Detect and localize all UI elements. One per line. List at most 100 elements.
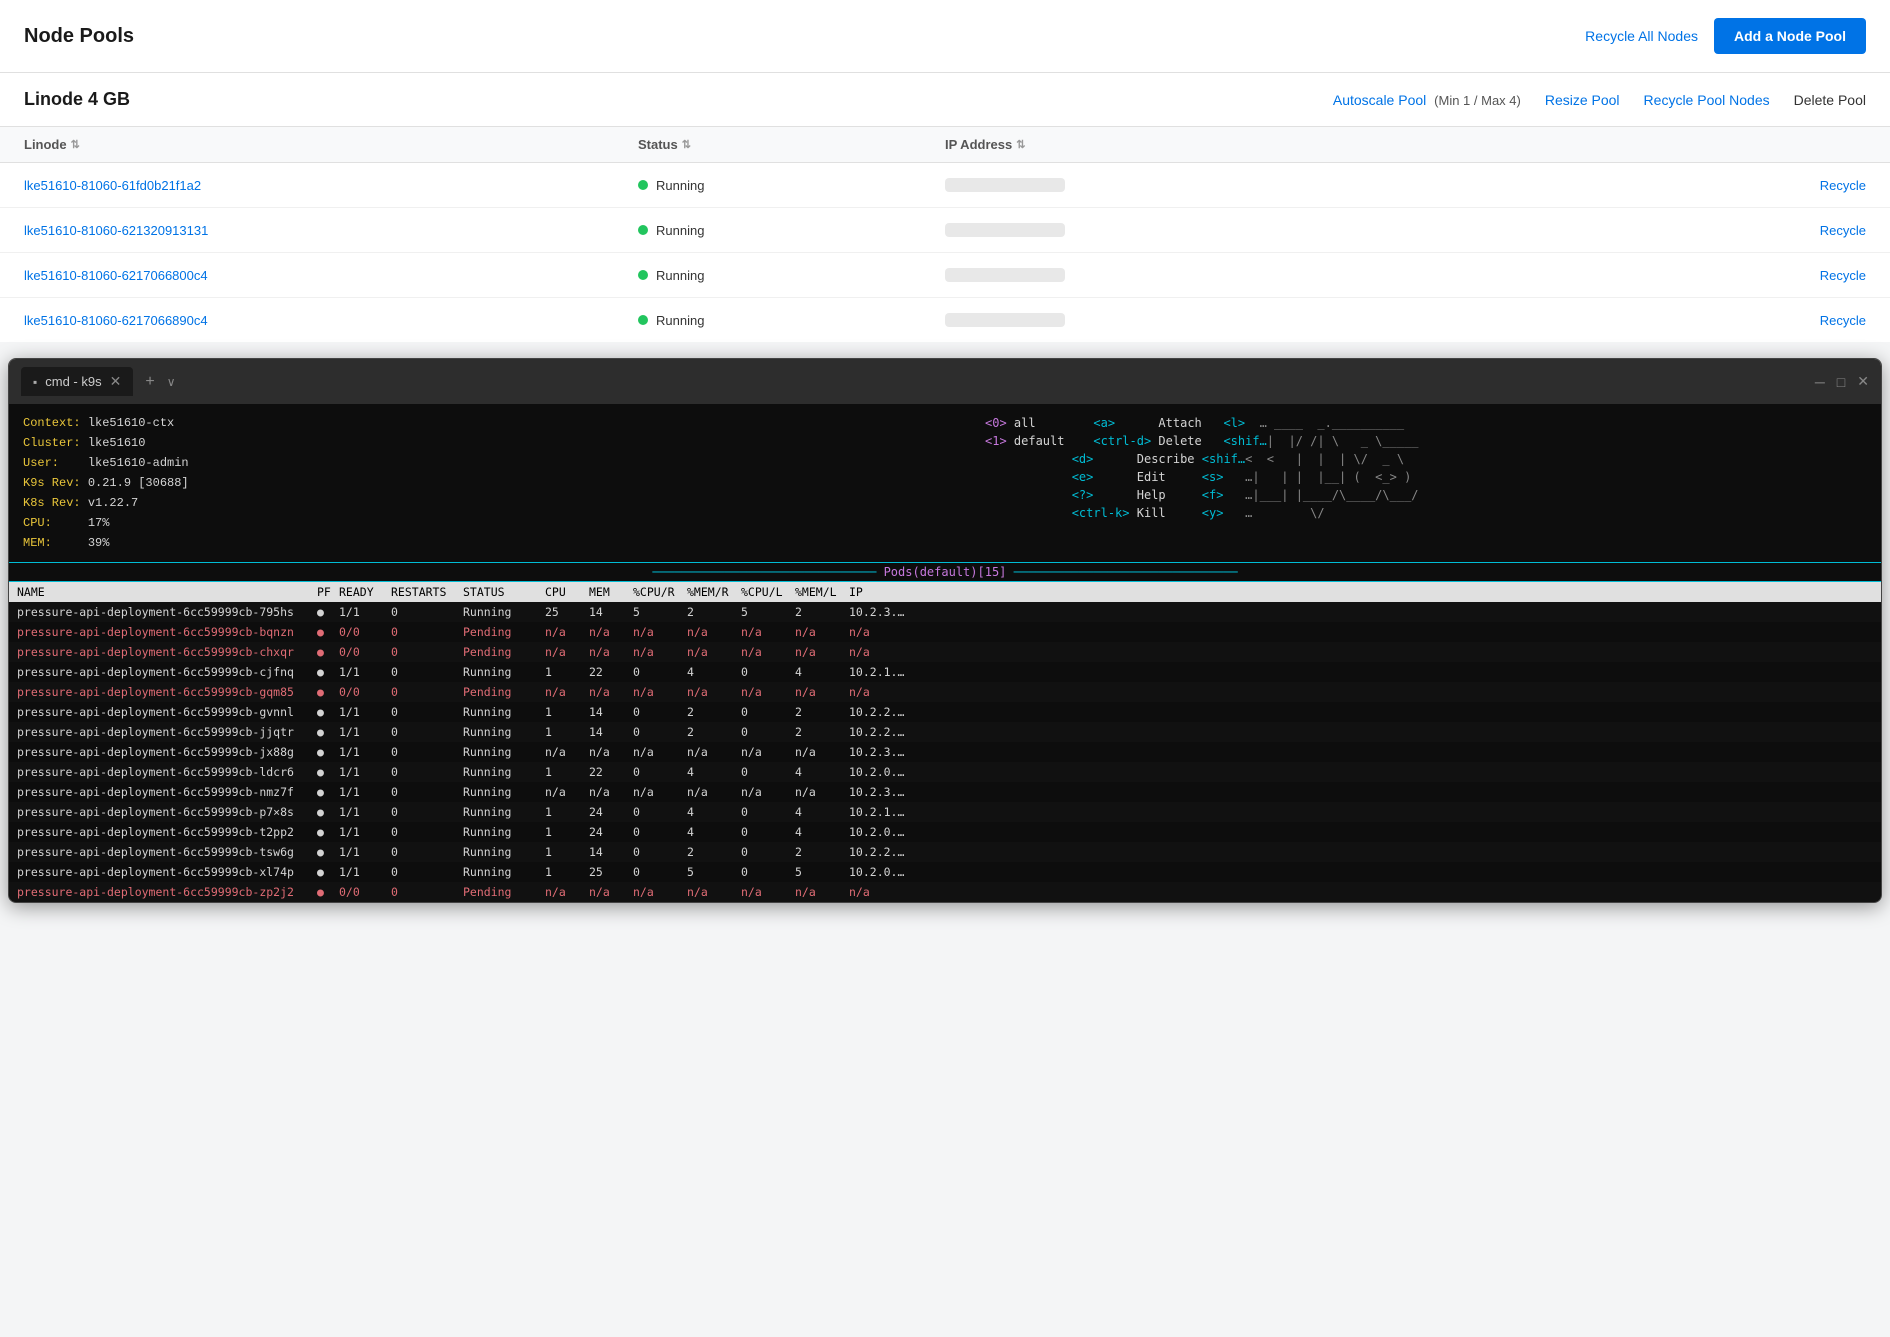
pod-row: pressure-api-deployment-6cc59999cb-jjqtr… [9,722,1881,742]
col-cpuR: %CPU/R [633,585,687,599]
status-label-0: Running [656,178,704,193]
ip-sort-icon: ⇅ [1016,138,1025,151]
col-status-h: STATUS [463,585,545,599]
recycle-cell-1: Recycle [1559,222,1866,238]
linode-link-3[interactable]: lke51610-81060-6217066890c4 [24,312,638,328]
recycle-link-1[interactable]: Recycle [1820,223,1866,238]
term-k9s-line: K9s Rev: 0.21.9 [30688] [23,474,945,492]
recycle-cell-0: Recycle [1559,177,1866,193]
status-sort-icon: ⇅ [682,138,691,151]
ip-placeholder-2 [945,268,1065,282]
ip-cell-1 [945,223,1559,237]
add-node-pool-button[interactable]: Add a Node Pool [1714,18,1866,54]
table-header: Linode ⇅ Status ⇅ IP Address ⇅ [0,127,1890,163]
ip-cell-0 [945,178,1559,192]
autoscale-pool-link[interactable]: Autoscale Pool (Min 1 / Max 4) [1333,92,1521,108]
header-actions: Recycle All Nodes Add a Node Pool [1585,18,1866,54]
recycle-cell-3: Recycle [1559,312,1866,328]
col-ready: READY [339,585,391,599]
pod-row: pressure-api-deployment-6cc59999cb-ldcr6… [9,762,1881,782]
table-row: lke51610-81060-6217066800c4 Running Recy… [0,253,1890,298]
pod-row: pressure-api-deployment-6cc59999cb-p7×8s… [9,802,1881,822]
ip-placeholder-0 [945,178,1065,192]
linode-link-0[interactable]: lke51610-81060-61fd0b21f1a2 [24,177,638,193]
pod-row: pressure-api-deployment-6cc59999cb-bqnzn… [9,622,1881,642]
terminal-tab-title: cmd - k9s [45,374,101,389]
pool-header: Linode 4 GB Autoscale Pool (Min 1 / Max … [0,73,1890,127]
recycle-link-3[interactable]: Recycle [1820,313,1866,328]
pod-table-body: pressure-api-deployment-6cc59999cb-795hs… [9,602,1881,902]
recycle-link-0[interactable]: Recycle [1820,178,1866,193]
terminal-close-button[interactable]: ✕ [1857,373,1869,390]
status-cell-0: Running [638,178,945,193]
col-pf: PF [317,585,339,599]
pool-actions: Autoscale Pool (Min 1 / Max 4) Resize Po… [1333,92,1866,108]
pod-row: pressure-api-deployment-6cc59999cb-cjfnq… [9,662,1881,682]
pool-container: Linode 4 GB Autoscale Pool (Min 1 / Max … [0,73,1890,342]
table-row: lke51610-81060-61fd0b21f1a2 Running Recy… [0,163,1890,208]
page-title: Node Pools [24,25,134,48]
term-shortcuts: <0> all <a> Attach <l> … ____ _.________… [945,414,1867,552]
status-dot-0 [638,180,648,190]
terminal-tab-icon: ▪ [33,375,37,389]
linode-sort-icon: ⇅ [71,138,80,151]
terminal-body: Context: lke51610-ctx Cluster: lke51610 … [9,404,1881,902]
recycle-link-2[interactable]: Recycle [1820,268,1866,283]
pod-row: pressure-api-deployment-6cc59999cb-t2pp2… [9,822,1881,842]
ip-placeholder-3 [945,313,1065,327]
ip-cell-2 [945,268,1559,282]
term-user-line: User: lke51610-admin [23,454,945,472]
col-memR: %MEM/R [687,585,741,599]
status-label-3: Running [656,313,704,328]
pod-row: pressure-api-deployment-6cc59999cb-jx88g… [9,742,1881,762]
pod-row: pressure-api-deployment-6cc59999cb-gvnnl… [9,702,1881,722]
col-cpuL: %CPU/L [741,585,795,599]
status-label-1: Running [656,223,704,238]
term-cluster-line: Cluster: lke51610 [23,434,945,452]
pod-row: pressure-api-deployment-6cc59999cb-gqm85… [9,682,1881,702]
term-k8s-line: K8s Rev: v1.22.7 [23,494,945,512]
node-table-body: lke51610-81060-61fd0b21f1a2 Running Recy… [0,163,1890,342]
col-name: NAME [17,585,317,599]
col-restarts: RESTARTS [391,585,463,599]
pod-row: pressure-api-deployment-6cc59999cb-xl74p… [9,862,1881,882]
term-pod-table-header: NAME PF READY RESTARTS STATUS CPU MEM %C… [9,582,1881,602]
pool-title: Linode 4 GB [24,89,130,110]
col-ip-h: IP [849,585,929,599]
status-cell-1: Running [638,223,945,238]
status-dot-2 [638,270,648,280]
status-cell-3: Running [638,313,945,328]
linode-link-1[interactable]: lke51610-81060-621320913131 [24,222,638,238]
col-linode[interactable]: Linode ⇅ [24,137,638,152]
terminal-tab[interactable]: ▪ cmd - k9s ✕ [21,367,133,396]
terminal-add-tab-button[interactable]: + [145,373,154,391]
recycle-all-nodes-button[interactable]: Recycle All Nodes [1585,28,1698,44]
pod-row: pressure-api-deployment-6cc59999cb-nmz7f… [9,782,1881,802]
resize-pool-button[interactable]: Resize Pool [1545,92,1620,108]
col-mem: MEM [589,585,633,599]
pod-row: pressure-api-deployment-6cc59999cb-zp2j2… [9,882,1881,902]
terminal-chevron-button[interactable]: ∨ [167,375,176,389]
terminal-maximize-button[interactable]: □ [1837,374,1845,390]
term-pods-divider: ─────────────────────────────── Pods(def… [9,562,1881,582]
col-memL: %MEM/L [795,585,849,599]
recycle-cell-2: Recycle [1559,267,1866,283]
terminal-window-controls: ─ □ ✕ [1815,373,1869,390]
linode-link-2[interactable]: lke51610-81060-6217066800c4 [24,267,638,283]
terminal-window: ▪ cmd - k9s ✕ + ∨ ─ □ ✕ Context: lke5161… [8,358,1882,903]
terminal-tab-close-button[interactable]: ✕ [110,373,122,390]
col-ip[interactable]: IP Address ⇅ [945,137,1559,152]
status-dot-3 [638,315,648,325]
status-label-2: Running [656,268,704,283]
pod-row: pressure-api-deployment-6cc59999cb-795hs… [9,602,1881,622]
recycle-pool-nodes-button[interactable]: Recycle Pool Nodes [1644,92,1770,108]
pod-row: pressure-api-deployment-6cc59999cb-chxqr… [9,642,1881,662]
delete-pool-button[interactable]: Delete Pool [1794,92,1866,108]
term-info-left: Context: lke51610-ctx Cluster: lke51610 … [23,414,945,552]
col-cpu: CPU [545,585,589,599]
table-row: lke51610-81060-6217066890c4 Running Recy… [0,298,1890,342]
table-row: lke51610-81060-621320913131 Running Recy… [0,208,1890,253]
page-header: Node Pools Recycle All Nodes Add a Node … [0,0,1890,73]
col-status[interactable]: Status ⇅ [638,137,945,152]
terminal-minimize-button[interactable]: ─ [1815,374,1825,390]
